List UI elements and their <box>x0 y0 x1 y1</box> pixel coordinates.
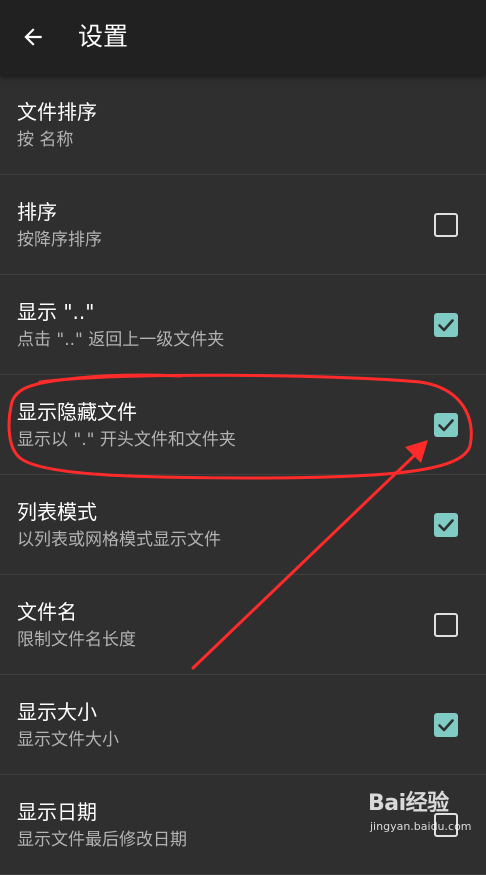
setting-title: 显示大小 <box>17 700 97 724</box>
back-button[interactable] <box>10 14 56 60</box>
setting-show-hidden-files[interactable]: 显示隐藏文件 显示以 "." 开头文件和文件夹 <box>0 375 486 475</box>
setting-title: 列表模式 <box>17 500 97 524</box>
page-title: 设置 <box>78 22 129 51</box>
checkmark-icon <box>438 319 454 332</box>
checkbox-show-parent[interactable] <box>434 313 458 337</box>
setting-title: 文件排序 <box>17 100 97 124</box>
setting-file-sort[interactable]: 文件排序 按 名称 <box>0 75 486 175</box>
checkbox-show-date[interactable] <box>434 813 458 837</box>
setting-title: 文件名 <box>17 600 77 624</box>
setting-show-date[interactable]: 显示日期 显示文件最后修改日期 <box>0 775 486 875</box>
setting-file-name[interactable]: 文件名 限制文件名长度 <box>0 575 486 675</box>
setting-subtitle: 以列表或网格模式显示文件 <box>17 530 221 550</box>
setting-subtitle: 显示文件大小 <box>17 730 119 750</box>
setting-title: 显示 ".." <box>17 300 95 324</box>
settings-list: 文件排序 按 名称 排序 按降序排序 显示 ".." 点击 ".." 返回上一级… <box>0 75 486 875</box>
setting-subtitle: 按 名称 <box>17 130 74 150</box>
setting-subtitle: 限制文件名长度 <box>17 630 136 650</box>
setting-subtitle: 显示以 "." 开头文件和文件夹 <box>17 430 236 450</box>
checkmark-icon <box>438 419 454 432</box>
checkbox-show-size[interactable] <box>434 713 458 737</box>
setting-subtitle: 按降序排序 <box>17 230 102 250</box>
setting-subtitle: 显示文件最后修改日期 <box>17 830 187 850</box>
setting-show-size[interactable]: 显示大小 显示文件大小 <box>0 675 486 775</box>
checkbox-sort-order[interactable] <box>434 213 458 237</box>
checkbox-show-hidden-files[interactable] <box>434 413 458 437</box>
back-arrow-icon <box>24 28 42 46</box>
app-bar: 设置 <box>0 0 486 75</box>
checkmark-icon <box>438 719 454 732</box>
setting-title: 显示隐藏文件 <box>17 400 137 424</box>
setting-list-mode[interactable]: 列表模式 以列表或网格模式显示文件 <box>0 475 486 575</box>
checkbox-list-mode[interactable] <box>434 513 458 537</box>
setting-title: 显示日期 <box>17 800 97 824</box>
setting-sort-order[interactable]: 排序 按降序排序 <box>0 175 486 275</box>
setting-show-parent[interactable]: 显示 ".." 点击 ".." 返回上一级文件夹 <box>0 275 486 375</box>
checkbox-file-name[interactable] <box>434 613 458 637</box>
setting-title: 排序 <box>17 200 57 224</box>
checkmark-icon <box>438 519 454 532</box>
setting-subtitle: 点击 ".." 返回上一级文件夹 <box>17 330 225 350</box>
